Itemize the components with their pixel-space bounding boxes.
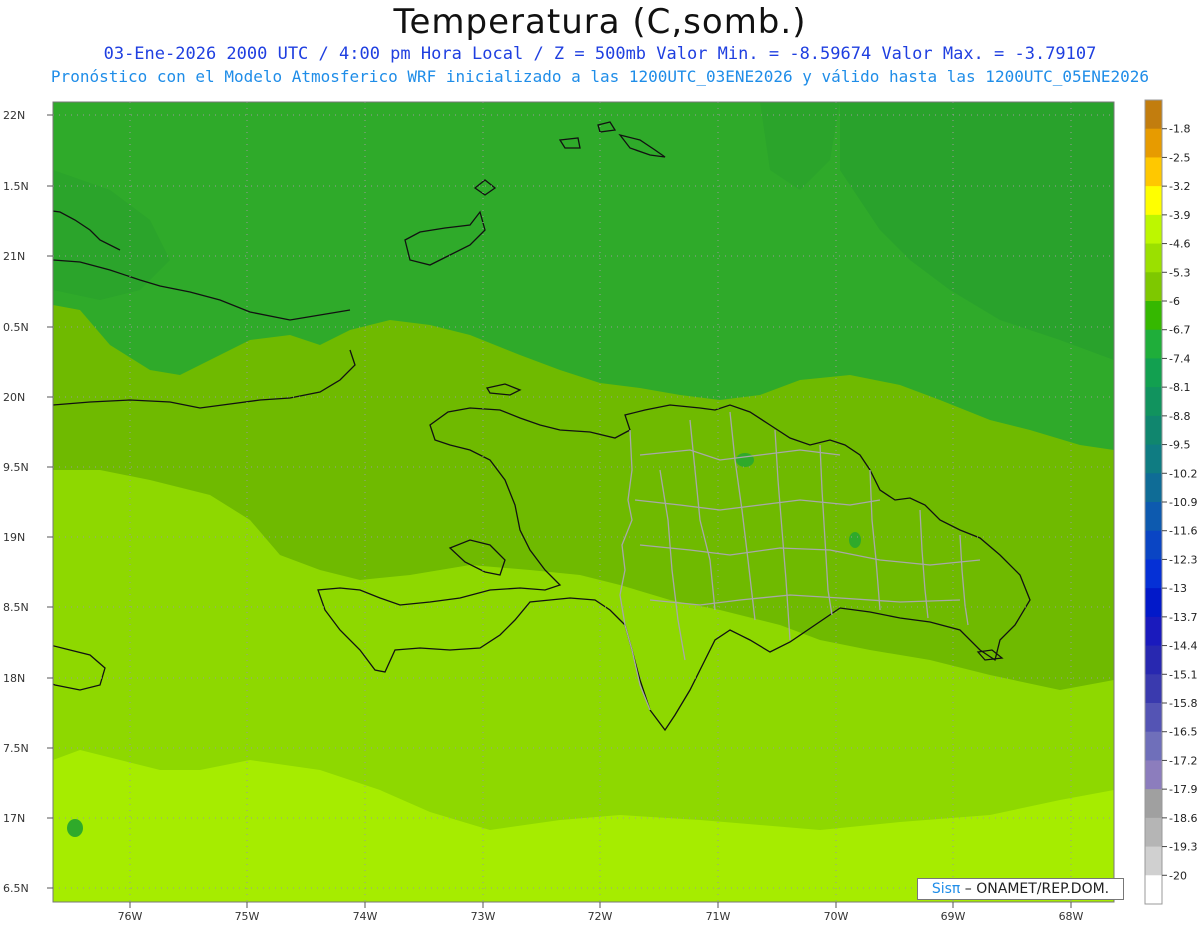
- colorbar-swatch: [1145, 616, 1162, 647]
- colorbar: -1.8 -2.5 -3.2 -3.9 -4.6 -5.3 -6 -6.7 -7.4 -8.1 -8…: [1144, 99, 1197, 905]
- colorbar-label: -13: [1169, 582, 1187, 595]
- lon-label: 70W: [824, 910, 849, 923]
- colorbar-swatch: [1145, 559, 1162, 589]
- colorbar-swatch: [1145, 817, 1162, 848]
- colorbar-swatch: [1145, 846, 1162, 876]
- colorbar-swatch: [1145, 530, 1162, 560]
- colorbar-swatch: [1145, 272, 1162, 302]
- lat-label: 1.5N: [3, 180, 29, 193]
- temperature-field: [53, 102, 1114, 902]
- credit-text: – ONAMET/REP.DOM.: [960, 881, 1110, 897]
- colorbar-swatch: [1145, 329, 1162, 359]
- colorbar-swatch: [1145, 100, 1162, 130]
- colorbar-swatch: [1145, 415, 1162, 446]
- colorbar-label: -15.8: [1169, 697, 1197, 710]
- lon-label: 72W: [588, 910, 613, 923]
- colorbar-label: -5.3: [1169, 266, 1190, 279]
- colorbar-label: -11.6: [1169, 525, 1197, 538]
- colorbar-label: -6.7: [1169, 324, 1190, 337]
- colorbar-swatch: [1145, 128, 1162, 158]
- colorbar-label: -12.3: [1169, 553, 1197, 566]
- lat-label: 18N: [3, 672, 25, 685]
- colorbar-swatch: [1145, 387, 1162, 417]
- colorbar-swatch: [1145, 301, 1162, 331]
- lat-label: 19N: [3, 531, 25, 544]
- colorbar-swatch: [1145, 444, 1162, 474]
- sistema-logo: Sisπ: [931, 881, 961, 897]
- colorbar-label: -6: [1169, 295, 1180, 308]
- colorbar-label: -16.5: [1169, 726, 1197, 739]
- colorbar-label: -13.7: [1169, 611, 1197, 624]
- colorbar-swatch: [1145, 588, 1162, 618]
- colorbar-label: -10.9: [1169, 496, 1197, 509]
- lon-label: 73W: [471, 910, 496, 923]
- colorbar-label: -3.2: [1169, 180, 1190, 193]
- colorbar-label: -3.9: [1169, 209, 1190, 222]
- colorbar-label: -2.5: [1169, 151, 1190, 164]
- colorbar-swatch: [1145, 214, 1162, 245]
- latitude-axis: 22N 1.5N 21N 0.5N 20N 9.5N 19N 8.5N 18N …: [3, 109, 29, 895]
- lat-label: 9.5N: [3, 461, 29, 474]
- lat-label: 17N: [3, 812, 25, 825]
- colorbar-swatch: [1145, 760, 1162, 790]
- colorbar-label: -7.4: [1169, 352, 1190, 365]
- colorbar-swatch: [1145, 473, 1162, 503]
- colorbar-swatch: [1145, 731, 1162, 761]
- colorbar-label: -17.2: [1169, 754, 1197, 767]
- colorbar-label: -9.5: [1169, 439, 1190, 452]
- colorbar-swatch: [1145, 502, 1162, 532]
- longitude-axis: 76W 75W 74W 73W 72W 71W 70W 69W 68W: [118, 910, 1084, 923]
- colorbar-swatch: [1145, 243, 1162, 273]
- lon-label: 68W: [1059, 910, 1084, 923]
- lat-label: 8.5N: [3, 601, 29, 614]
- lon-label: 74W: [353, 910, 378, 923]
- lat-label: 6.5N: [3, 882, 29, 895]
- colorbar-label: -8.1: [1169, 381, 1190, 394]
- lat-label: 21N: [3, 250, 25, 263]
- lat-label: 22N: [3, 109, 25, 122]
- colorbar-swatch: [1145, 789, 1162, 819]
- colorbar-label: -15.1: [1169, 668, 1197, 681]
- colorbar-swatch: [1145, 186, 1162, 216]
- lon-label: 69W: [941, 910, 966, 923]
- colorbar-label: -20: [1169, 869, 1187, 882]
- colorbar-swatch: [1145, 703, 1162, 733]
- colorbar-swatch: [1145, 875, 1162, 905]
- colorbar-label: -17.9: [1169, 783, 1197, 796]
- colorbar-swatch: [1145, 358, 1162, 388]
- lat-label: 0.5N: [3, 321, 29, 334]
- colorbar-swatch: [1145, 157, 1162, 187]
- colorbar-label: -4.6: [1169, 238, 1190, 251]
- colorbar-swatch: [1145, 645, 1162, 675]
- colorbar-label: -8.8: [1169, 410, 1190, 423]
- colorbar-label: -1.8: [1169, 123, 1190, 136]
- colorbar-label: -10.2: [1169, 467, 1197, 480]
- lon-label: 71W: [706, 910, 731, 923]
- credit-box: Sisπ – ONAMET/REP.DOM.: [917, 878, 1124, 900]
- map-figure: 22N 1.5N 21N 0.5N 20N 9.5N 19N 8.5N 18N …: [3, 99, 1197, 923]
- lat-label: 7.5N: [3, 742, 29, 755]
- lon-label: 76W: [118, 910, 143, 923]
- colorbar-label: -18.6: [1169, 812, 1197, 825]
- lat-label: 20N: [3, 391, 25, 404]
- colorbar-swatch: [1145, 674, 1162, 704]
- colorbar-label: -19.3: [1169, 841, 1197, 854]
- colorbar-label: -14.4: [1169, 640, 1197, 653]
- lon-label: 75W: [235, 910, 260, 923]
